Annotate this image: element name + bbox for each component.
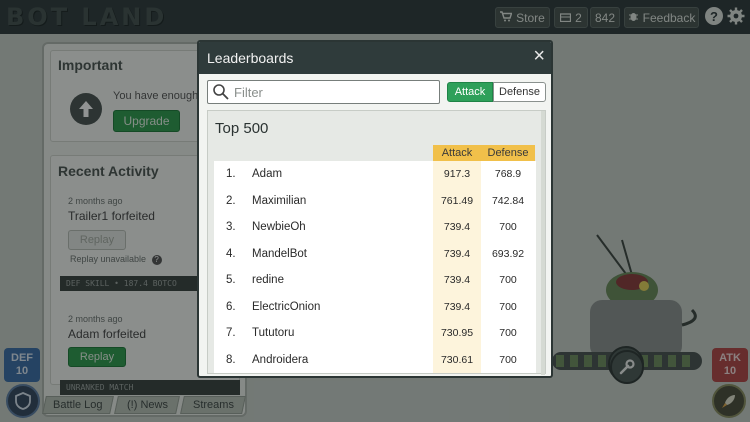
defense-cell: 700 (499, 221, 517, 233)
leaderboard-rows: 1. Adam 917.3 768.9 2. Maximilian 761.49 742.8… (214, 161, 536, 373)
defense-cell: 693.92 (491, 247, 525, 260)
filter-field[interactable] (207, 80, 440, 104)
scrollbar[interactable] (541, 111, 545, 375)
player-name-cell: Adam (252, 168, 283, 180)
table-row[interactable]: 6. ElectricOnion 739.4 700 (214, 293, 536, 320)
defense-cell: 700 (499, 327, 517, 339)
table-row[interactable]: 5. redine 739.4 700 (214, 267, 536, 294)
filter-input[interactable] (234, 83, 434, 101)
attack-cell: 730.95 (433, 320, 481, 347)
defense-cell: 700 (499, 274, 517, 286)
defense-cell: 700 (499, 353, 517, 366)
rank-cell: 3. (226, 221, 236, 233)
board-heading: Top 500 (215, 120, 269, 137)
column-header-attack[interactable]: Attack (433, 145, 481, 161)
rank-cell: 7. (226, 327, 236, 339)
player-name-cell: Maximilian (252, 194, 307, 207)
close-icon[interactable]: × (533, 46, 545, 66)
rank-cell: 6. (226, 300, 236, 313)
table-row[interactable]: 8. Androidera 730.61 700 (214, 346, 536, 373)
tab-attack[interactable]: Attack (447, 82, 493, 102)
dialog-title: Leaderboards (207, 50, 294, 66)
player-name-cell: NewbieOh (252, 221, 306, 233)
attack-cell: 917.3 (433, 161, 481, 188)
tab-defense[interactable]: Defense (493, 82, 546, 102)
attack-cell: 739.4 (433, 214, 481, 241)
player-name-cell: MandelBot (252, 247, 307, 260)
rank-cell: 1. (226, 168, 236, 180)
table-row[interactable]: 1. Adam 917.3 768.9 (214, 161, 536, 188)
table-row[interactable]: 3. NewbieOh 739.4 700 (214, 214, 536, 241)
attack-cell: 739.4 (433, 240, 481, 267)
dialog-header: Leaderboards × (199, 42, 551, 74)
leaderboards-dialog: Leaderboards × Attack Defense Top 500 At… (197, 40, 553, 378)
player-name-cell: Tututoru (252, 327, 295, 339)
defense-cell: 742.84 (491, 194, 525, 207)
player-name-cell: Androidera (252, 353, 309, 366)
leaderboard-table: Top 500 Attack Defense 1. Adam 917.3 768.9 … (207, 110, 546, 375)
attack-cell: 739.4 (433, 293, 481, 320)
table-row[interactable]: 4. MandelBot 739.4 693.92 (214, 240, 536, 267)
table-row[interactable]: 7. Tututoru 730.95 700 (214, 320, 536, 347)
defense-cell: 700 (499, 300, 517, 313)
rank-cell: 2. (226, 194, 236, 207)
search-icon (213, 84, 229, 100)
table-row[interactable]: 2. Maximilian 761.49 742.84 (214, 187, 536, 214)
attack-cell: 761.49 (433, 187, 481, 214)
attack-cell: 739.4 (433, 267, 481, 294)
rank-cell: 4. (226, 247, 236, 260)
player-name-cell: redine (252, 274, 284, 286)
column-header-defense[interactable]: Defense (481, 145, 535, 161)
rank-cell: 5. (226, 274, 236, 286)
attack-cell: 730.61 (433, 346, 481, 373)
defense-cell: 768.9 (494, 168, 522, 180)
rank-cell: 8. (226, 353, 236, 366)
player-name-cell: ElectricOnion (252, 300, 321, 313)
